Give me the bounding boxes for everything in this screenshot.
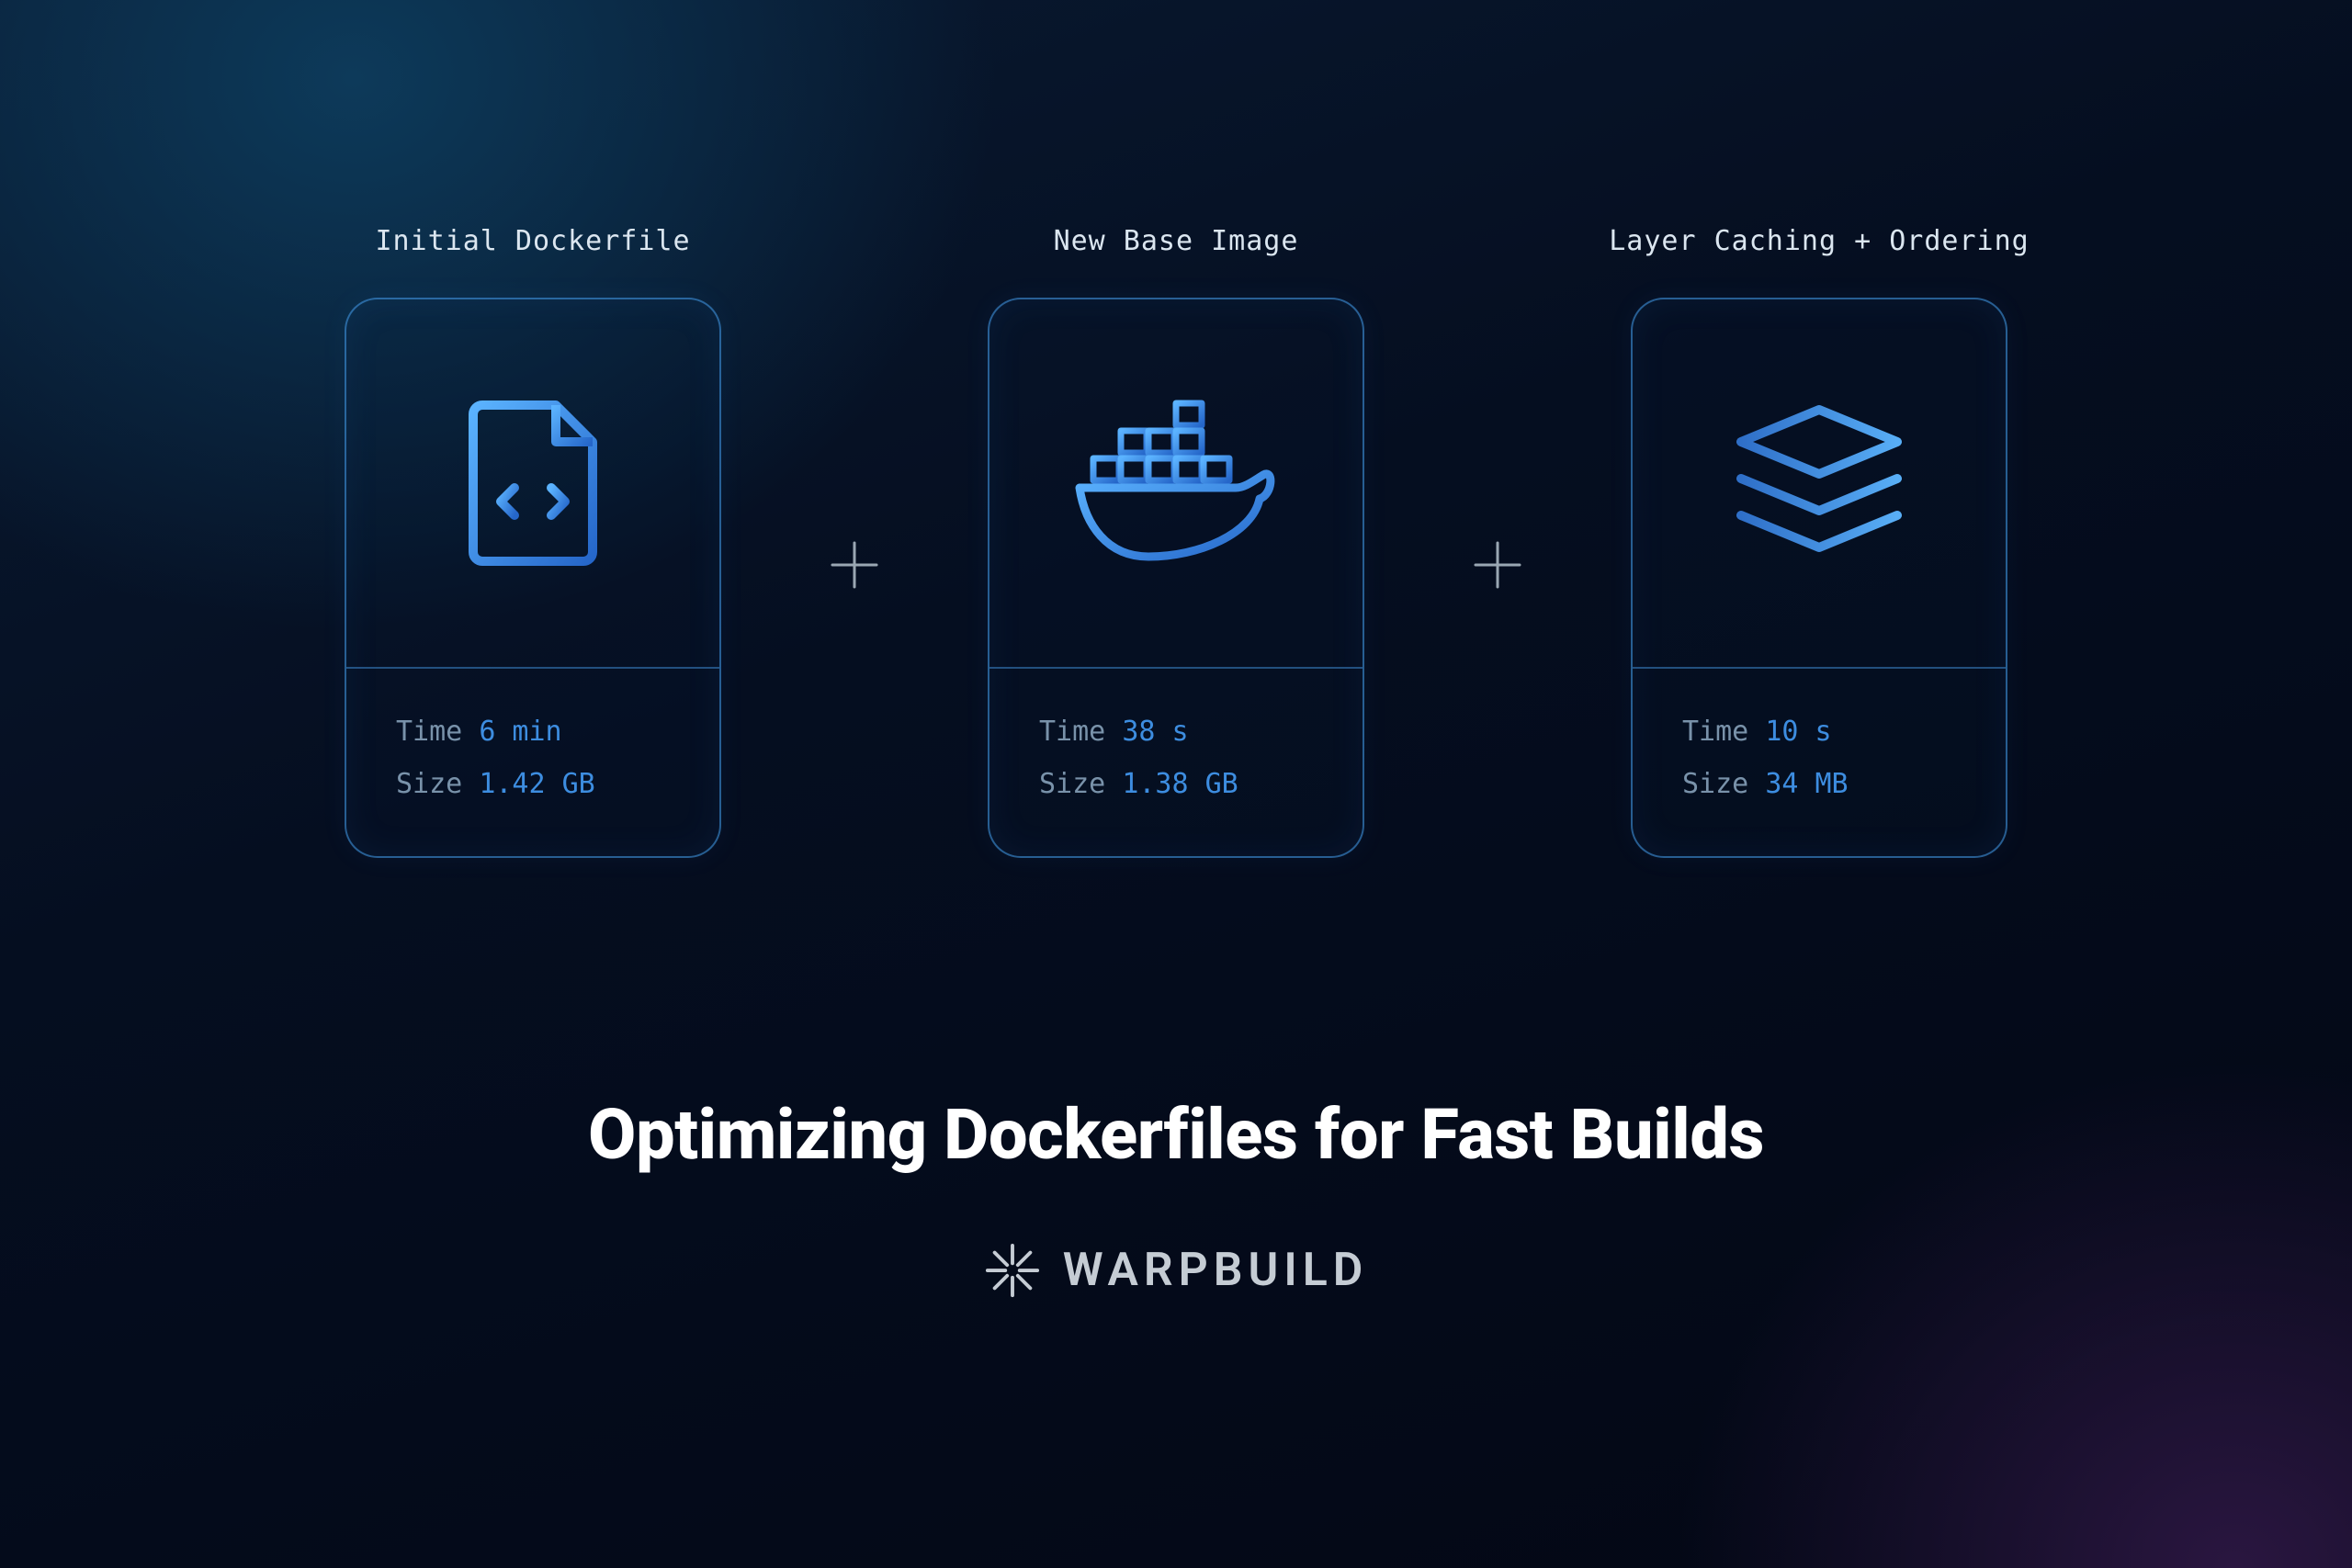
card-initial-dockerfile: Initial Dockerfile Time 6 min Size 1.42 … (312, 225, 753, 858)
docker-icon (1061, 396, 1291, 570)
card-stats: Time 10 s Size 34 MB (1633, 669, 2006, 856)
card-icon-area (1633, 299, 2006, 667)
cards-row: Initial Dockerfile Time 6 min Size 1.42 … (0, 225, 2352, 905)
layers-icon (1727, 400, 1911, 566)
brand-name: WARPBUILD (1063, 1244, 1369, 1297)
stat-time: Time 10 s (1682, 705, 1956, 758)
size-value: 1.42 GB (479, 768, 594, 800)
stat-time: Time 6 min (396, 705, 670, 758)
card-title: New Base Image (1054, 225, 1299, 257)
card-icon-area (346, 299, 719, 667)
time-value: 10 s (1765, 716, 1831, 748)
stat-size: Size 1.38 GB (1039, 758, 1313, 810)
card: Time 10 s Size 34 MB (1631, 298, 2007, 858)
card-icon-area (989, 299, 1363, 667)
plus-icon (829, 539, 880, 591)
card: Time 38 s Size 1.38 GB (988, 298, 1364, 858)
card-stats: Time 38 s Size 1.38 GB (989, 669, 1363, 856)
time-value: 38 s (1122, 716, 1188, 748)
plus-separator (1396, 225, 1599, 905)
card-new-base-image: New Base Image (956, 225, 1396, 858)
card-title: Initial Dockerfile (375, 225, 690, 257)
card-stats: Time 6 min Size 1.42 GB (346, 669, 719, 856)
stat-size: Size 34 MB (1682, 758, 1956, 810)
size-value: 1.38 GB (1122, 768, 1238, 800)
diagram-canvas: Initial Dockerfile Time 6 min Size 1.42 … (0, 0, 2352, 1568)
card-layer-caching: Layer Caching + Ordering Time 10 s Size … (1599, 225, 2040, 858)
brand-row: WARPBUILD (0, 1242, 2352, 1299)
card-title: Layer Caching + Ordering (1609, 225, 2029, 257)
plus-icon (1472, 539, 1523, 591)
card: Time 6 min Size 1.42 GB (345, 298, 721, 858)
stat-size: Size 1.42 GB (396, 758, 670, 810)
warpbuild-logo-icon (984, 1242, 1041, 1299)
stat-time: Time 38 s (1039, 705, 1313, 758)
plus-separator (753, 225, 956, 905)
page-title: Optimizing Dockerfiles for Fast Builds (0, 1093, 2352, 1176)
time-value: 6 min (479, 716, 561, 748)
file-code-icon (464, 396, 602, 570)
size-value: 34 MB (1765, 768, 1848, 800)
